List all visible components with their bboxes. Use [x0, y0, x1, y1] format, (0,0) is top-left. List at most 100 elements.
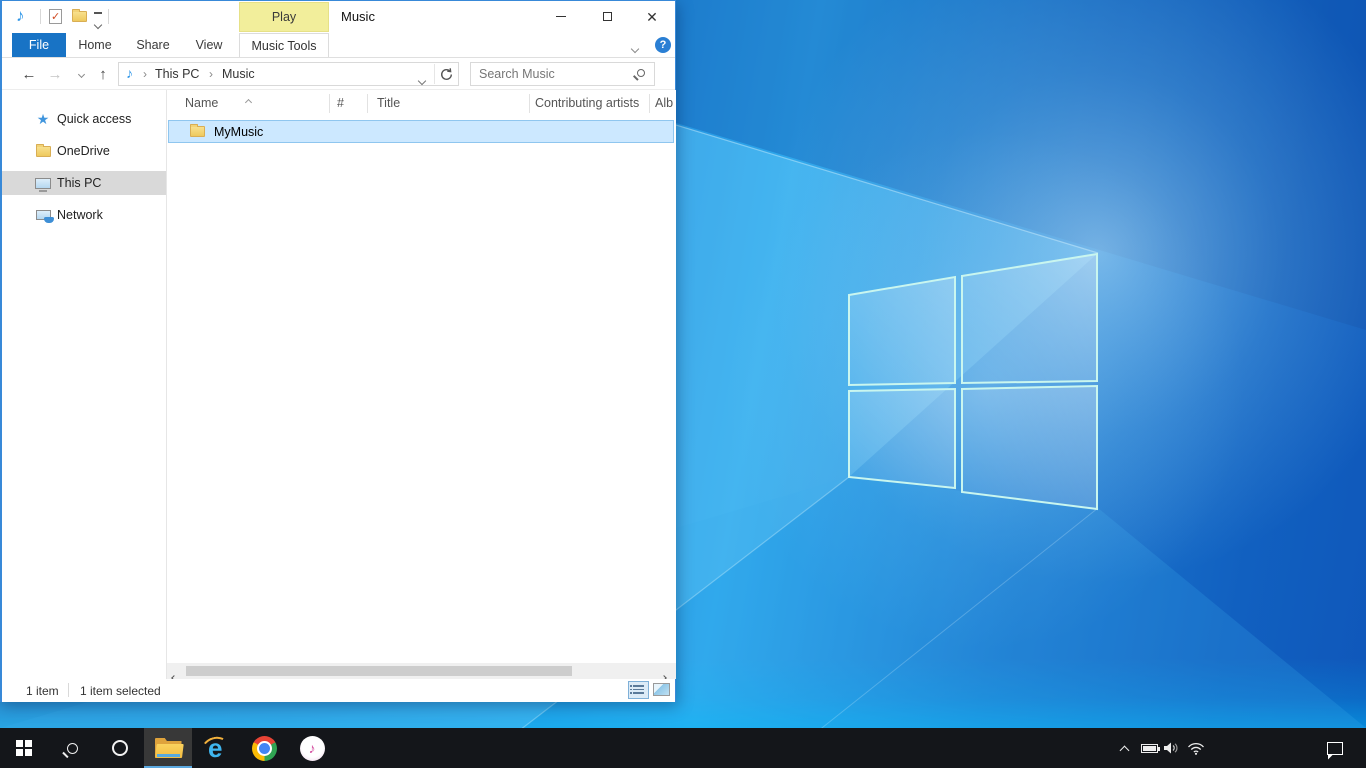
- start-button[interactable]: [0, 728, 48, 768]
- music-note-icon: ♪: [16, 6, 25, 26]
- window-title: Music: [341, 9, 375, 24]
- search-icon: [67, 743, 78, 754]
- maximize-button[interactable]: [588, 1, 626, 32]
- sidebar-item-network[interactable]: Network: [2, 203, 166, 227]
- column-divider: [329, 94, 330, 113]
- taskbar-file-explorer-button[interactable]: [144, 728, 192, 768]
- status-divider: [68, 683, 69, 697]
- tab-share[interactable]: Share: [129, 33, 177, 57]
- help-icon[interactable]: ?: [655, 37, 671, 53]
- network-icon: [36, 210, 51, 220]
- file-row-mymusic[interactable]: MyMusic: [168, 120, 674, 143]
- breadcrumb-music[interactable]: Music: [222, 67, 255, 81]
- horizontal-scrollbar[interactable]: [167, 663, 676, 679]
- tab-file[interactable]: File: [12, 33, 66, 57]
- column-header-title[interactable]: Title: [377, 90, 400, 117]
- sidebar-item-label: Quick access: [57, 112, 131, 126]
- tray-expand-chevron-icon[interactable]: [1114, 728, 1134, 768]
- recent-locations-dropdown[interactable]: [70, 62, 92, 86]
- volume-icon[interactable]: [1160, 728, 1182, 768]
- scroll-left-icon[interactable]: [172, 668, 180, 675]
- search-box: [470, 62, 655, 86]
- taskbar-search-button[interactable]: [48, 728, 96, 768]
- tab-home[interactable]: Home: [72, 33, 118, 57]
- details-view-icon: [633, 685, 644, 687]
- properties-icon[interactable]: [49, 9, 62, 24]
- ribbon-collapse-button[interactable]: [632, 40, 646, 52]
- navigation-pane: ★ Quick access OneDrive This PC Network: [2, 90, 166, 679]
- thumbnails-view-button[interactable]: [653, 683, 670, 696]
- address-music-note-icon: ♪: [126, 65, 133, 81]
- ribbon-tab-row: File Home Share View Music Tools ?: [2, 32, 675, 58]
- itunes-icon: ♪: [300, 736, 325, 761]
- sidebar-item-label: Network: [57, 208, 103, 222]
- up-button[interactable]: ↑: [92, 62, 114, 86]
- forward-button[interactable]: →: [44, 62, 66, 86]
- close-icon: ✕: [646, 10, 658, 24]
- sort-ascending-icon: [246, 93, 251, 108]
- file-list-pane[interactable]: Name # Title Contributing artists Alb My…: [167, 90, 676, 663]
- cortana-icon: [112, 740, 128, 756]
- search-icon[interactable]: [637, 69, 645, 77]
- address-row: ← → ↑ ♪ › This PC › Music: [2, 58, 675, 90]
- address-divider: [434, 64, 435, 84]
- scroll-right-icon[interactable]: [662, 668, 670, 675]
- minimize-icon: [556, 16, 566, 17]
- contextual-group-play[interactable]: Play: [239, 2, 329, 32]
- sidebar-item-this-pc[interactable]: This PC: [2, 171, 166, 195]
- back-button[interactable]: ←: [18, 62, 40, 86]
- scrollbar-thumb[interactable]: [186, 666, 572, 676]
- action-center-icon[interactable]: [1320, 728, 1350, 768]
- customize-qat-dropdown-icon[interactable]: [94, 12, 103, 31]
- desktop-screen: ♪ Play Music ✕ File Home Share View Musi…: [0, 0, 1366, 768]
- search-input[interactable]: [479, 65, 624, 83]
- column-header-album[interactable]: Alb: [655, 90, 673, 117]
- windows-logo-icon: [16, 740, 32, 756]
- column-divider: [529, 94, 530, 113]
- close-button[interactable]: ✕: [633, 1, 671, 32]
- column-divider: [367, 94, 368, 113]
- column-header-contributing-artists[interactable]: Contributing artists: [535, 90, 639, 117]
- selection-count: 1 item selected: [80, 684, 161, 698]
- title-bar: ♪ Play Music ✕: [2, 1, 675, 32]
- wifi-icon[interactable]: [1184, 728, 1208, 768]
- breadcrumb-this-pc[interactable]: This PC: [155, 67, 199, 81]
- tab-music-tools[interactable]: Music Tools: [239, 33, 329, 57]
- battery-icon[interactable]: [1138, 728, 1160, 768]
- chrome-icon: [252, 736, 277, 761]
- qat-separator: [40, 9, 41, 24]
- taskbar-itunes-button[interactable]: ♪: [288, 728, 336, 768]
- folder-icon: [190, 126, 205, 137]
- taskbar: e ♪: [0, 728, 1366, 768]
- breadcrumb-separator-icon: ›: [143, 67, 147, 81]
- taskbar-chrome-button[interactable]: [240, 728, 288, 768]
- quick-access-star-icon: ★: [37, 112, 50, 126]
- explorer-window: ♪ Play Music ✕ File Home Share View Musi…: [0, 0, 676, 702]
- new-folder-icon[interactable]: [72, 11, 87, 22]
- items-count: 1 item: [26, 684, 59, 698]
- cortana-button[interactable]: [96, 728, 144, 768]
- breadcrumb-separator-icon: ›: [209, 67, 213, 81]
- tab-view[interactable]: View: [187, 33, 231, 57]
- taskbar-internet-explorer-button[interactable]: e: [192, 728, 240, 768]
- pc-monitor-icon: [35, 178, 51, 189]
- qat-separator: [108, 9, 109, 24]
- address-dropdown-icon[interactable]: [419, 72, 425, 87]
- column-header-number[interactable]: #: [337, 90, 344, 117]
- maximize-icon: [603, 12, 612, 21]
- column-header-name[interactable]: Name: [185, 90, 218, 117]
- sidebar-item-onedrive[interactable]: OneDrive: [2, 139, 166, 163]
- refresh-icon[interactable]: [439, 67, 454, 85]
- sidebar-item-quick-access[interactable]: ★ Quick access: [2, 107, 166, 131]
- sidebar-item-label: OneDrive: [57, 144, 110, 158]
- internet-explorer-icon: e: [201, 733, 231, 763]
- status-bar: 1 item 1 item selected: [2, 679, 675, 702]
- file-explorer-icon: [155, 738, 182, 758]
- file-name: MyMusic: [214, 125, 263, 139]
- address-bar[interactable]: ♪ › This PC › Music: [118, 62, 459, 86]
- column-divider: [649, 94, 650, 113]
- onedrive-folder-icon: [36, 146, 51, 157]
- minimize-button[interactable]: [542, 1, 580, 32]
- details-view-button[interactable]: [628, 681, 649, 699]
- sidebar-item-label: This PC: [57, 176, 101, 190]
